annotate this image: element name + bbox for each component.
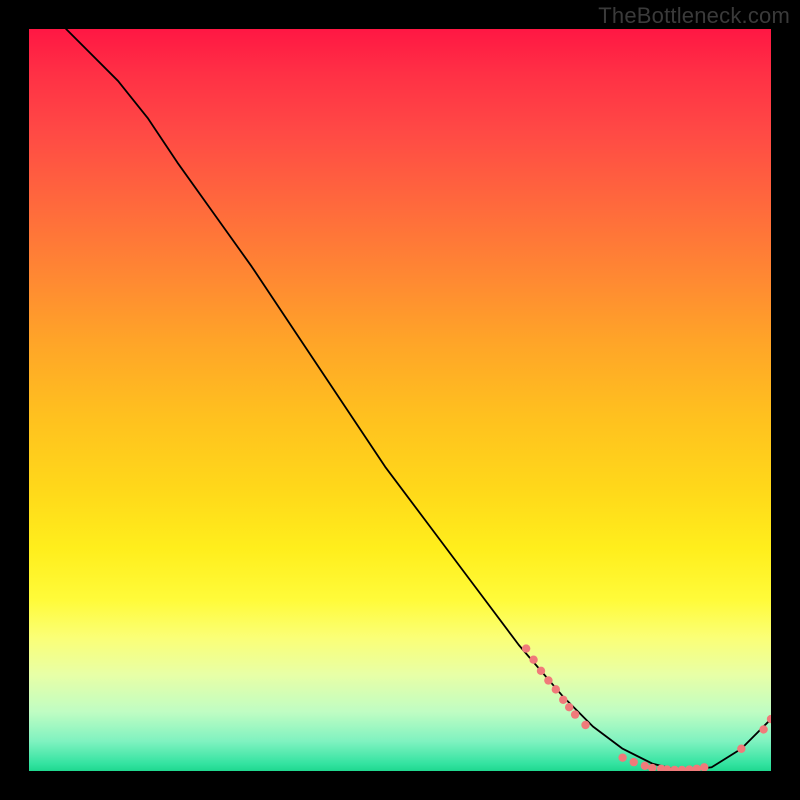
scatter-point [630, 758, 638, 766]
scatter-point [670, 766, 678, 771]
scatter-point [693, 765, 701, 771]
curve-layer [29, 29, 771, 771]
scatter-point [663, 765, 671, 771]
scatter-point [759, 725, 767, 733]
scatter-point [657, 765, 665, 771]
scatter-point [581, 721, 589, 729]
watermark: TheBottleneck.com [598, 3, 790, 29]
scatter-point [559, 696, 567, 704]
scatter-point [565, 703, 573, 711]
scatter-point [648, 764, 656, 771]
scatter-point [552, 685, 560, 693]
scatter-point [685, 765, 693, 771]
scatter-point [529, 656, 537, 664]
scatter-point [737, 745, 745, 753]
chart-frame: TheBottleneck.com [0, 0, 800, 800]
scatter-points [522, 644, 771, 771]
scatter-point [618, 753, 626, 761]
scatter-point [522, 644, 530, 652]
scatter-point [641, 762, 649, 770]
scatter-point [700, 763, 708, 771]
scatter-point [767, 715, 771, 723]
scatter-point [571, 710, 579, 718]
plot-area [29, 29, 771, 771]
bottleneck-curve-line [66, 29, 771, 771]
scatter-point [544, 676, 552, 684]
scatter-point [678, 766, 686, 771]
scatter-point [537, 667, 545, 675]
